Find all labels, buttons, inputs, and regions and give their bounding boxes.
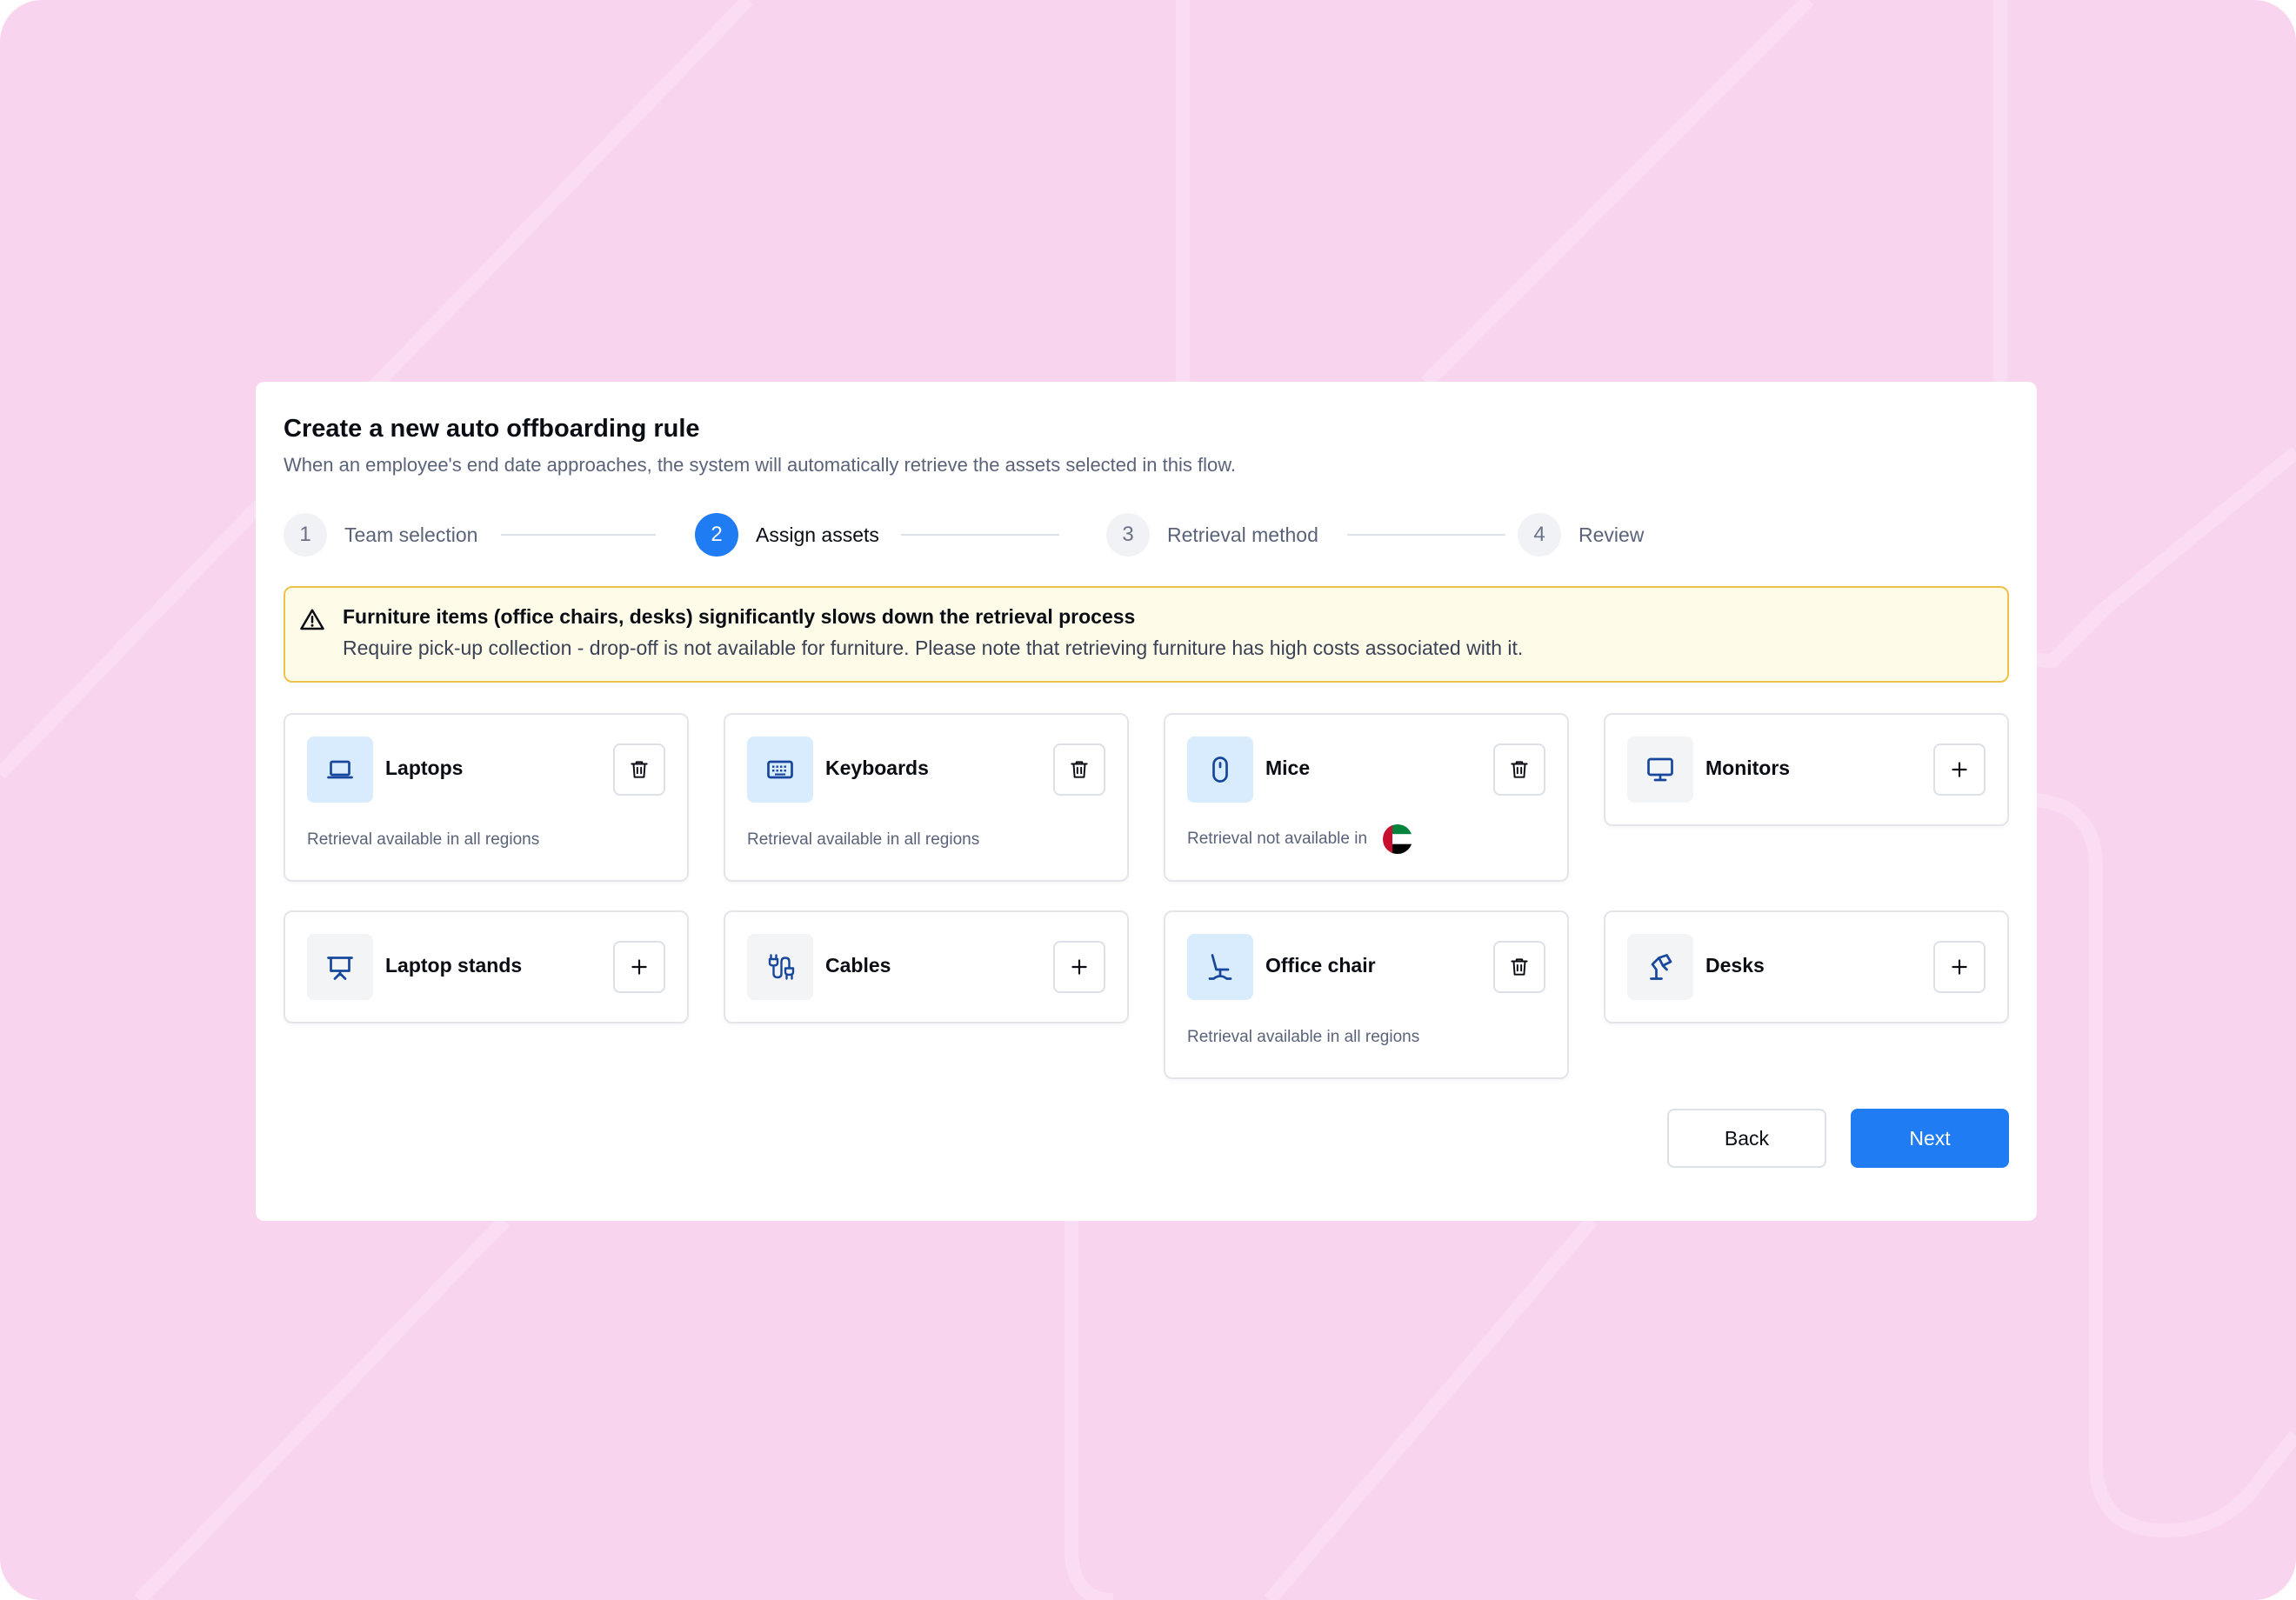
plus-icon — [1952, 959, 1967, 975]
monitor-icon — [1647, 757, 1673, 782]
remove-office-chair-button[interactable] — [1493, 941, 1545, 993]
asset-status: Retrieval available in all regions — [307, 830, 540, 849]
furniture-warning-banner: Furniture items (office chairs, desks) s… — [284, 586, 2009, 683]
asset-card-cables[interactable]: Cables — [724, 910, 1129, 1023]
asset-name: Cables — [825, 954, 891, 977]
step-review[interactable]: 4 Review — [1518, 512, 1644, 557]
asset-name: Keyboards — [825, 757, 929, 779]
asset-name: Laptop stands — [385, 954, 523, 977]
step-number: 1 — [284, 513, 327, 557]
asset-card-desks[interactable]: Desks — [1604, 910, 2009, 1023]
modal-title: Create a new auto offboarding rule — [284, 415, 700, 443]
plus-icon — [1952, 762, 1967, 777]
step-label: Team selection — [344, 523, 478, 546]
trash-icon — [1071, 761, 1088, 778]
asset-card-laptop-stands[interactable]: Laptop stands — [284, 910, 689, 1023]
asset-status-row: Retrieval not available in — [1187, 824, 1413, 854]
asset-card-laptops[interactable]: Laptops Retrieval available in all regio… — [284, 713, 689, 882]
step-number: 3 — [1106, 513, 1150, 557]
step-connector — [501, 534, 656, 536]
asset-name: Mice — [1265, 757, 1311, 779]
back-button[interactable]: Back — [1667, 1109, 1826, 1168]
trash-icon — [1511, 958, 1528, 976]
asset-icon-wrap — [1187, 737, 1253, 803]
laptop-stand-icon — [327, 957, 353, 980]
asset-card-monitors[interactable]: Monitors — [1604, 713, 2009, 826]
asset-icon-wrap — [1627, 737, 1693, 803]
add-cables-button[interactable] — [1053, 941, 1105, 993]
asset-icon-wrap — [1627, 934, 1693, 1000]
asset-icon-wrap — [747, 934, 813, 1000]
desk-lamp-icon — [1650, 954, 1672, 980]
offboarding-rule-modal: Create a new auto offboarding rule When … — [256, 382, 2037, 1221]
step-connector — [901, 534, 1059, 536]
asset-card-keyboards[interactable]: Keyboards Retrieval available in all reg… — [724, 713, 1129, 882]
step-assign-assets[interactable]: 2 Assign assets — [695, 512, 879, 557]
cable-icon — [768, 954, 795, 980]
laptop-icon — [327, 760, 353, 779]
asset-name: Monitors — [1705, 757, 1791, 779]
step-connector — [1347, 534, 1505, 536]
asset-card-mice[interactable]: Mice Retrieval not available in — [1164, 713, 1569, 882]
step-label: Assign assets — [756, 523, 879, 546]
asset-icon-wrap — [1187, 934, 1253, 1000]
warning-title: Furniture items (office chairs, desks) s… — [343, 605, 1136, 628]
office-chair-icon — [1208, 954, 1232, 980]
remove-keyboards-button[interactable] — [1053, 743, 1105, 796]
plus-icon — [1071, 959, 1087, 975]
remove-laptops-button[interactable] — [613, 743, 665, 796]
asset-status: Retrieval available in all regions — [1187, 1028, 1420, 1046]
step-retrieval-method[interactable]: 3 Retrieval method — [1106, 512, 1318, 557]
trash-icon — [1511, 761, 1528, 778]
asset-icon-wrap — [307, 737, 373, 803]
mouse-icon — [1212, 757, 1228, 783]
step-number: 2 — [695, 513, 738, 557]
trash-icon — [631, 761, 648, 778]
asset-icon-wrap — [307, 934, 373, 1000]
step-number: 4 — [1518, 513, 1561, 557]
warning-text: Require pick-up collection - drop-off is… — [343, 637, 1524, 659]
step-team-selection[interactable]: 1 Team selection — [284, 512, 477, 557]
plus-icon — [631, 959, 647, 975]
uae-flag-icon — [1383, 824, 1413, 854]
asset-name: Desks — [1705, 954, 1765, 977]
add-monitors-button[interactable] — [1933, 743, 1986, 796]
asset-icon-wrap — [747, 737, 813, 803]
modal-subtitle: When an employee's end date approaches, … — [284, 454, 1236, 476]
remove-mice-button[interactable] — [1493, 743, 1545, 796]
step-label: Review — [1578, 523, 1645, 546]
asset-status: Retrieval available in all regions — [747, 830, 980, 849]
next-button[interactable]: Next — [1851, 1109, 2009, 1168]
keyboard-icon — [767, 760, 793, 779]
asset-name: Office chair — [1265, 954, 1376, 977]
asset-name: Laptops — [385, 757, 464, 779]
add-laptop-stands-button[interactable] — [613, 941, 665, 993]
alert-triangle-icon — [300, 609, 324, 630]
add-desks-button[interactable] — [1933, 941, 1986, 993]
asset-card-office-chair[interactable]: Office chair Retrieval available in all … — [1164, 910, 1569, 1079]
stepper: 1 Team selection 2 Assign assets 3 Retri… — [284, 512, 1649, 557]
step-label: Retrieval method — [1167, 523, 1318, 546]
asset-status: Retrieval not available in — [1187, 830, 1368, 848]
